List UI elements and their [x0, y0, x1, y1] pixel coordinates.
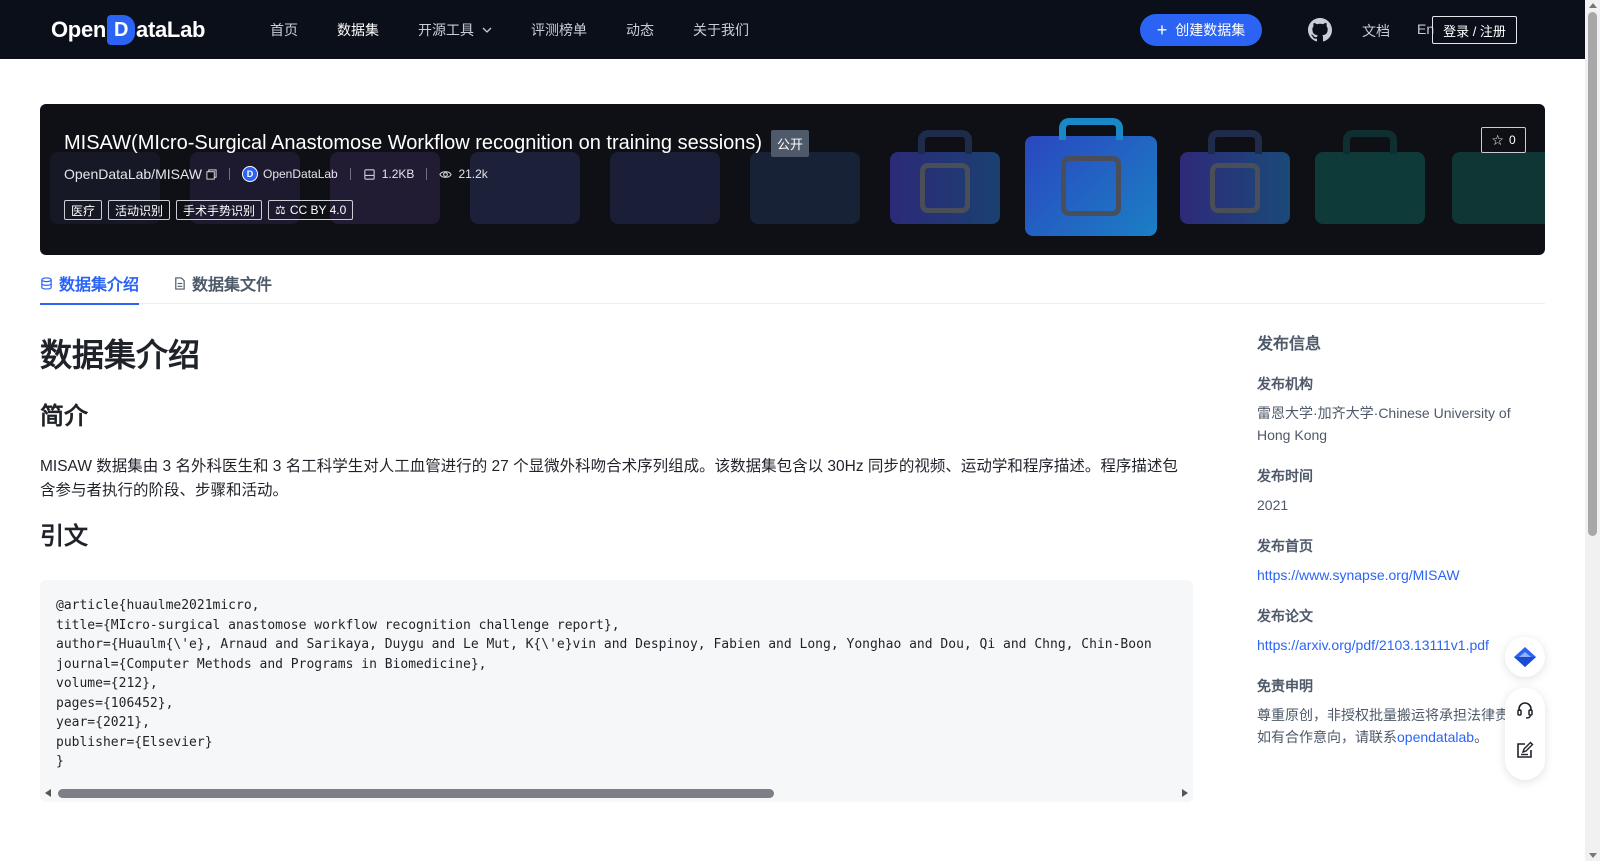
assistant-button[interactable] [1505, 637, 1545, 677]
docs-link[interactable]: 文档 [1362, 21, 1390, 41]
repo-path: OpenDataLab/MISAW [64, 166, 217, 182]
create-dataset-label: 创建数据集 [1175, 22, 1246, 38]
tag-activity-recognition[interactable]: 活动识别 [108, 200, 171, 220]
headset-icon[interactable] [1515, 700, 1535, 720]
chevron-down-icon [482, 27, 492, 33]
dataset-tabs: 数据集介绍 数据集文件 [40, 262, 1545, 305]
nav-item-datasets[interactable]: 数据集 [337, 20, 379, 40]
homepage-link[interactable]: https://www.synapse.org/MISAW [1257, 564, 1527, 586]
tab-dataset-files[interactable]: 数据集文件 [173, 262, 272, 304]
publish-time-label: 发布时间 [1257, 468, 1313, 484]
feedback-edit-icon[interactable] [1515, 740, 1535, 760]
nav-item-about[interactable]: 关于我们 [693, 20, 749, 40]
eye-icon [439, 170, 453, 178]
dataset-size: 1.2KB [381, 167, 415, 181]
dataset-title-text: MISAW(MIcro-Surgical Anastomose Workflow… [64, 132, 763, 154]
nav-item-label: 动态 [626, 21, 654, 38]
file-icon [175, 276, 185, 290]
disclaimer-contact-text: 如有合作意向，请联系 [1257, 729, 1397, 745]
scrollbar-thumb[interactable] [58, 789, 774, 798]
divider [229, 168, 230, 180]
top-nav: Open DataLab 首页 数据集 开源工具 评测榜单 动态 关于我们 + 创… [0, 0, 1585, 59]
nav-item-home[interactable]: 首页 [270, 20, 298, 40]
citation-heading: 引文 [40, 523, 88, 550]
medical-kit-icon [890, 130, 1000, 224]
divider [349, 168, 351, 180]
tag-medical[interactable]: 医疗 [64, 200, 103, 220]
nav-menu: 首页 数据集 开源工具 评测榜单 动态 关于我们 [270, 0, 788, 59]
visibility-badge: 公开 [771, 130, 810, 157]
paper-label: 发布论文 [1257, 608, 1313, 624]
page-vertical-scrollbar[interactable] [1585, 0, 1600, 861]
database-icon [41, 276, 52, 290]
nav-item-label: 首页 [270, 21, 298, 38]
dataset-title: MISAW(MIcro-Surgical Anastomose Workflow… [64, 130, 810, 157]
scale-icon: ⚖ [275, 203, 286, 217]
plus-icon: + [1156, 20, 1168, 40]
star-button[interactable]: ☆ 0 [1481, 127, 1526, 153]
nav-item-leaderboard[interactable]: 评测榜单 [531, 20, 587, 40]
disclaimer-end: 。 [1474, 729, 1489, 745]
publish-time-value: 2021 [1257, 497, 1289, 513]
create-dataset-button[interactable]: + 创建数据集 [1140, 14, 1262, 46]
scroll-up-icon[interactable] [1589, 3, 1597, 8]
divider [426, 168, 428, 180]
contact-link[interactable]: opendatalab [1397, 729, 1474, 745]
copy-icon[interactable] [206, 168, 217, 180]
nav-item-label: 数据集 [337, 21, 379, 38]
paper-link[interactable]: https://arxiv.org/pdf/2103.13111v1.pdf [1257, 634, 1527, 656]
nav-item-label: 关于我们 [693, 21, 749, 38]
assistant-icon [1514, 647, 1536, 667]
floating-toolbar [1505, 688, 1545, 780]
star-count: 0 [1508, 133, 1516, 147]
tab-label: 数据集文件 [192, 277, 273, 294]
intro-text: MISAW 数据集由 3 名外科医生和 3 名工科学生对人工血管进行的 27 个… [40, 458, 1178, 499]
logo-mark: D [107, 15, 136, 45]
dataset-meta: OpenDataLab/MISAW D OpenDataLab 1.2KB 21… [64, 166, 488, 182]
license-text: CC BY 4.0 [289, 203, 347, 217]
publish-info-title: 发布信息 [1257, 336, 1322, 353]
scroll-right-icon[interactable] [1182, 789, 1188, 797]
login-register-button[interactable]: 登录 / 注册 [1432, 16, 1517, 44]
star-icon: ☆ [1491, 131, 1504, 148]
tab-dataset-intro[interactable]: 数据集介绍 [40, 262, 140, 305]
logo-text-datalab: ataLab [136, 17, 206, 42]
tag-surgical-gesture[interactable]: 手术手势识别 [176, 200, 263, 220]
dataset-hero-banner: MISAW(MIcro-Surgical Anastomose Workflow… [40, 104, 1545, 255]
tab-label: 数据集介绍 [59, 277, 140, 294]
storage-icon [364, 168, 375, 180]
citation-code-block[interactable]: @article{huaulme2021micro, title={MIcro-… [40, 580, 1193, 802]
page-title: 数据集介绍 [40, 337, 201, 373]
scroll-down-icon[interactable] [1589, 853, 1597, 858]
org-name[interactable]: OpenDataLab [263, 167, 338, 181]
medical-kit-icon-large [1025, 118, 1157, 236]
view-count: 21.2k [458, 167, 488, 181]
homepage-label: 发布首页 [1257, 538, 1313, 554]
disclaimer-line-2: 如有合作意向，请联系opendatalab。 [1257, 726, 1509, 748]
nav-item-label: 评测榜单 [531, 21, 587, 38]
logo-text-open: Open [51, 17, 107, 42]
disclaimer-text: 尊重原创，非授权批量搬运将承担法律责 如有合作意向，请联系opendatalab… [1257, 704, 1509, 748]
nav-item-news[interactable]: 动态 [626, 20, 654, 40]
page-scrollbar-thumb[interactable] [1588, 12, 1597, 536]
citation-code: @article{huaulme2021micro, title={MIcro-… [56, 598, 1152, 769]
disclaimer-line-1: 尊重原创，非授权批量搬运将承担法律责 [1257, 707, 1509, 723]
opendatalab-logo[interactable]: Open DataLab [51, 14, 205, 46]
intro-heading: 简介 [40, 403, 88, 430]
medical-kit-icon [1180, 130, 1290, 224]
publish-info-sidebar: 发布信息 发布机构 雷恩大学·加齐大学·Chinese University o… [1257, 330, 1527, 748]
repo-path-text: OpenDataLab/MISAW [64, 166, 202, 182]
nav-item-opensource-tools[interactable]: 开源工具 [418, 20, 492, 40]
github-icon[interactable] [1308, 18, 1332, 42]
dataset-tags: 医疗 活动识别 手术手势识别 ⚖ CC BY 4.0 [64, 200, 359, 220]
org-avatar-icon: D [242, 166, 258, 182]
license-tag[interactable]: ⚖ CC BY 4.0 [268, 200, 354, 220]
nav-item-label: 开源工具 [418, 21, 474, 38]
scroll-left-icon[interactable] [45, 789, 51, 797]
publisher-label: 发布机构 [1257, 376, 1313, 392]
code-horizontal-scrollbar[interactable] [40, 784, 1193, 802]
publisher-value: 雷恩大学·加齐大学·Chinese University of Hong Kon… [1257, 405, 1511, 443]
disclaimer-label: 免责申明 [1257, 678, 1313, 694]
